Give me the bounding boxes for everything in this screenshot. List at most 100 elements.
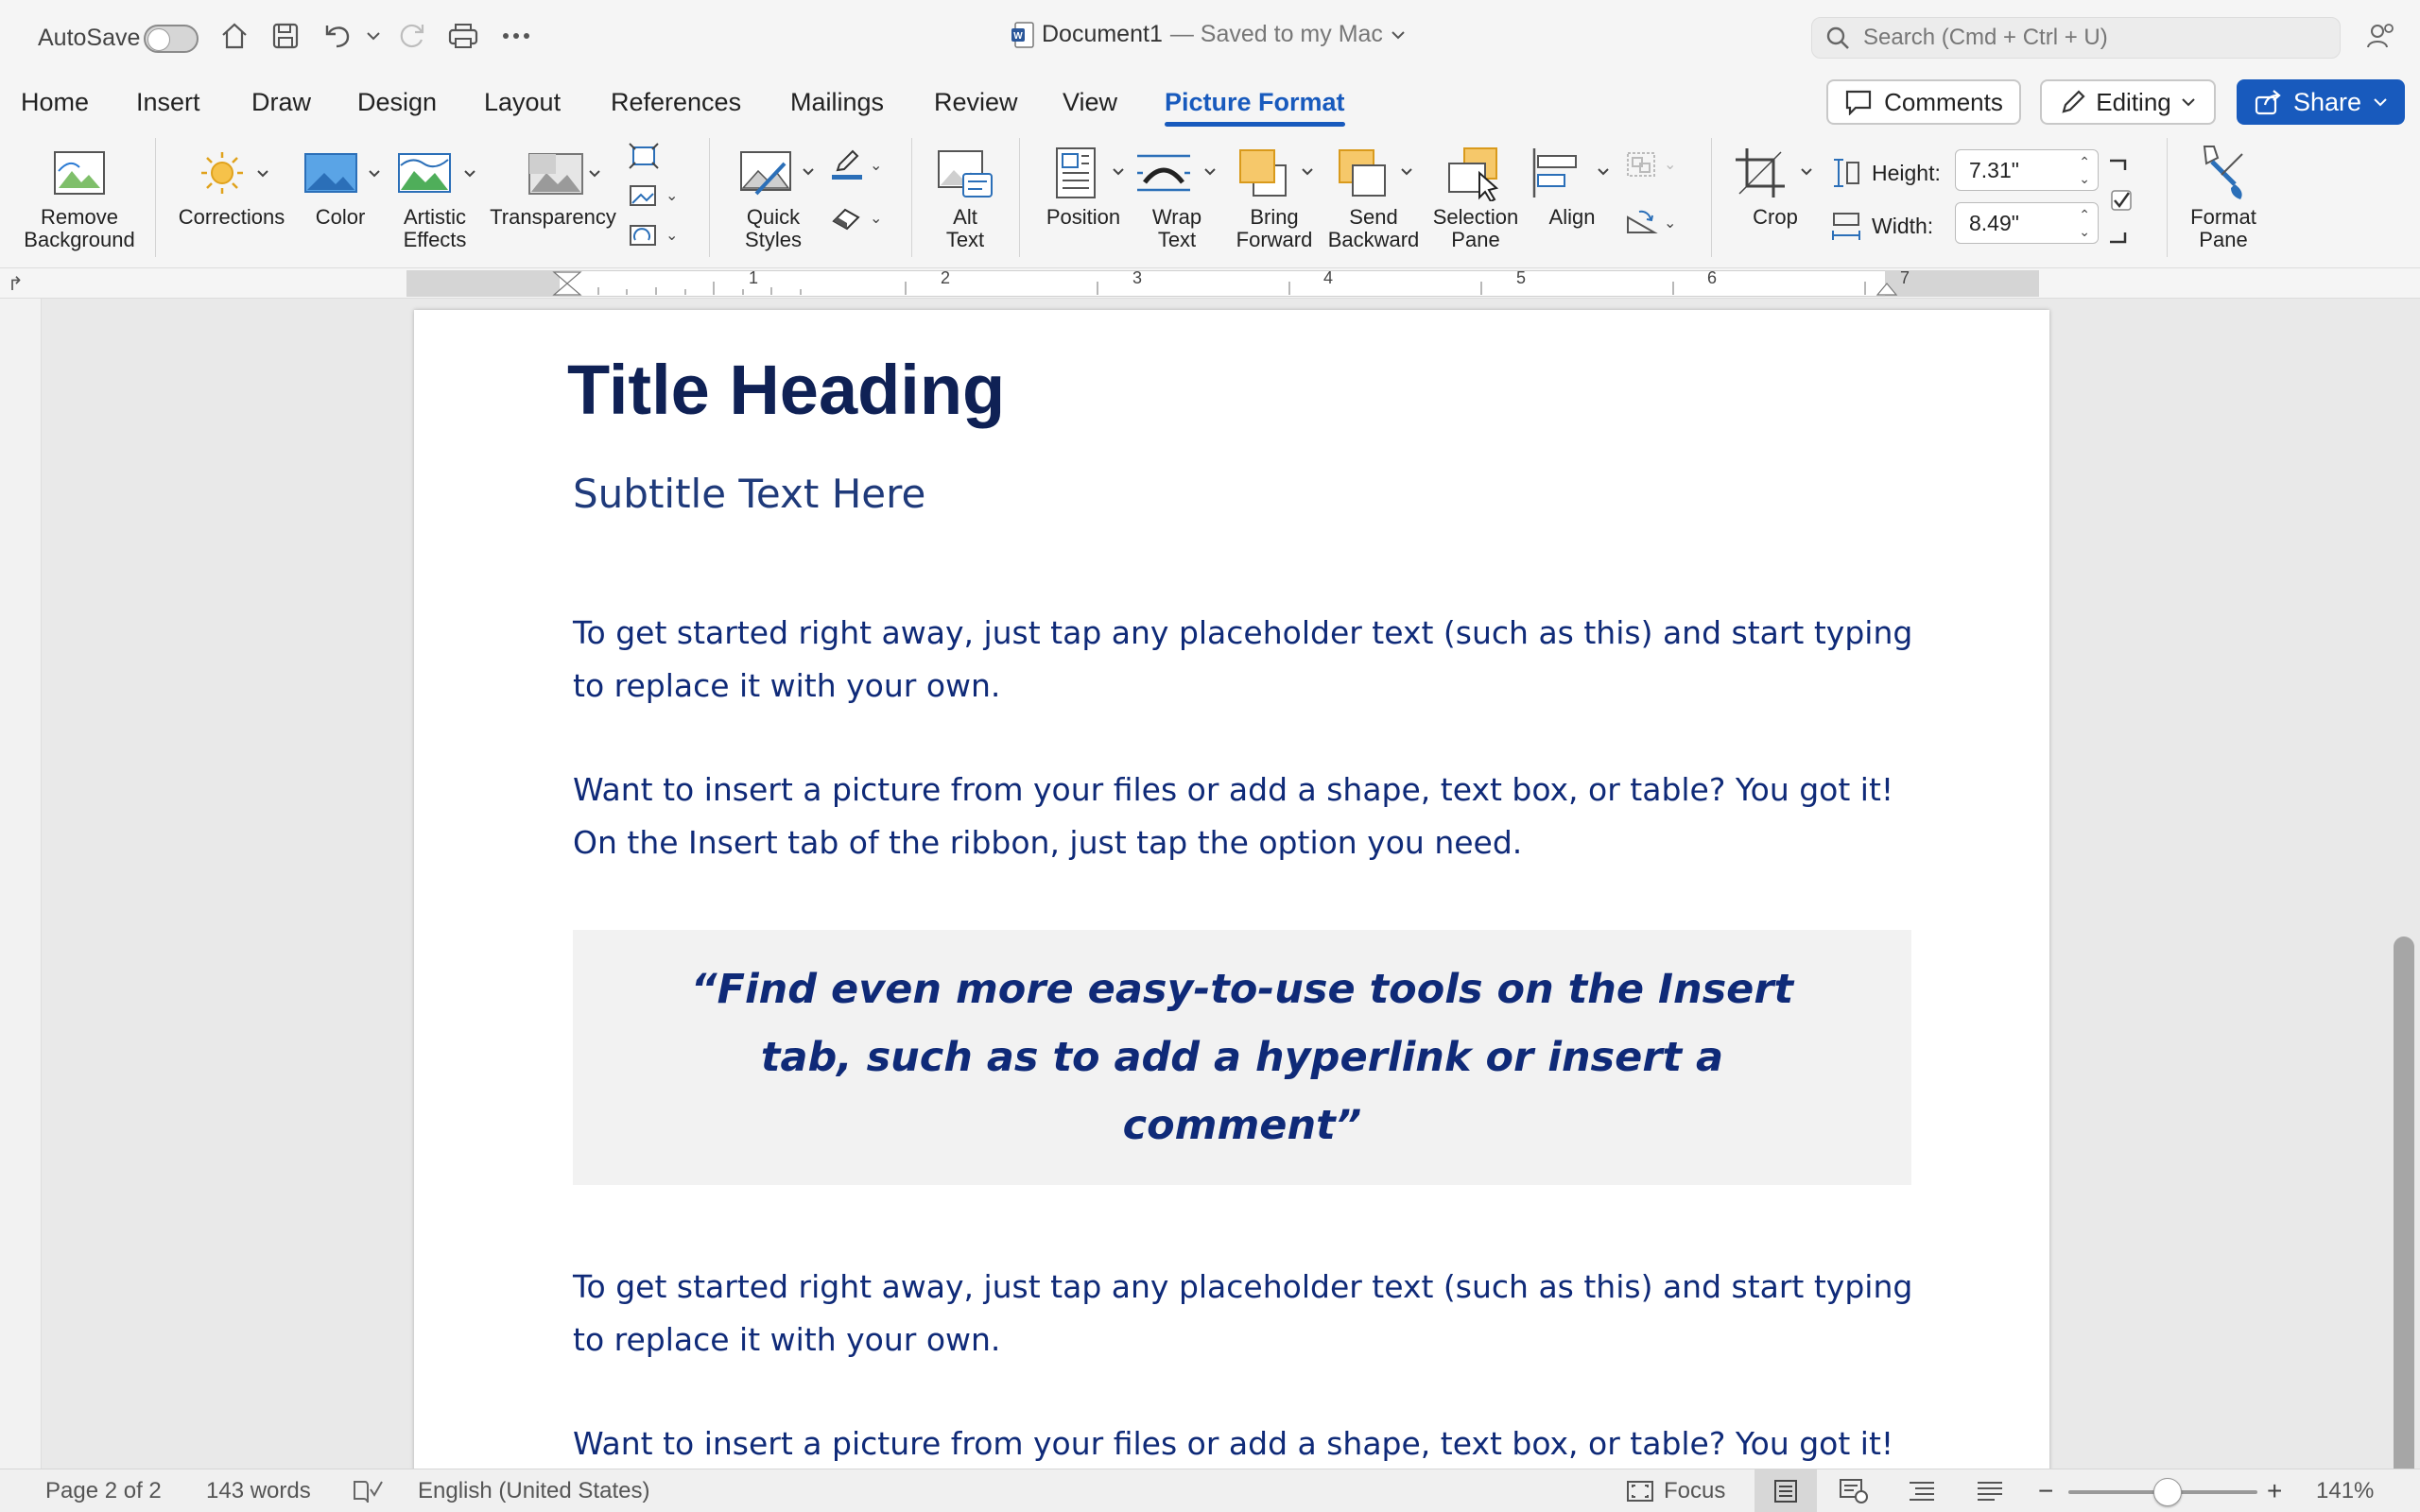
autosave-toggle[interactable] xyxy=(144,25,199,53)
send-backward-button[interactable]: Send Backward xyxy=(1323,140,1424,251)
tab-design[interactable]: Design xyxy=(357,83,437,121)
home-icon[interactable] xyxy=(217,19,251,53)
comments-button[interactable]: Comments xyxy=(1826,79,2021,125)
quick-styles-icon xyxy=(740,151,814,196)
zoom-level[interactable]: 141% xyxy=(2316,1477,2374,1505)
ruler-number: 1 xyxy=(749,268,759,287)
proofing-icon[interactable] xyxy=(352,1477,384,1505)
wrap-text-button[interactable]: Wrap Text xyxy=(1134,140,1219,251)
tab-references[interactable]: References xyxy=(611,83,741,121)
title-heading[interactable]: Title Heading xyxy=(567,350,1005,430)
tab-picture-format[interactable]: Picture Format xyxy=(1165,83,1345,127)
vertical-scrollbar-thumb[interactable] xyxy=(2394,936,2414,1469)
align-button[interactable]: Align xyxy=(1526,140,1618,229)
crop-label: Crop xyxy=(1753,205,1798,229)
height-value: 7.31" xyxy=(1969,157,2019,182)
language-indicator[interactable]: English (United States) xyxy=(418,1477,649,1505)
height-field[interactable]: 7.31" ⌃ ⌄ xyxy=(1955,149,2099,191)
undo-dropdown-chevron-icon[interactable] xyxy=(359,19,388,53)
account-settings-icon[interactable] xyxy=(2363,19,2397,53)
editing-mode-button[interactable]: Editing xyxy=(2040,79,2216,125)
tab-stop-selector-icon[interactable]: ↱ xyxy=(8,272,24,296)
lock-aspect-ratio-checkbox[interactable] xyxy=(2106,157,2133,248)
more-options-icon[interactable] xyxy=(499,19,533,53)
remove-background-button[interactable]: Remove Background xyxy=(17,140,142,251)
print-icon[interactable] xyxy=(446,19,480,53)
bring-forward-button[interactable]: Bring Forward xyxy=(1227,140,1322,251)
crop-icon xyxy=(1736,148,1812,198)
stepper-up-icon[interactable]: ⌃ xyxy=(2079,206,2090,223)
body-paragraph[interactable]: To get started right away, just tap any … xyxy=(573,607,1934,713)
stepper-down-icon[interactable]: ⌄ xyxy=(2079,170,2090,187)
saved-status: — Saved to my Mac xyxy=(1169,21,1383,47)
tab-view[interactable]: View xyxy=(1063,83,1117,121)
document-page[interactable]: Title Heading Subtitle Text Here To get … xyxy=(414,310,2049,1469)
corrections-button[interactable]: Corrections xyxy=(170,140,293,229)
picture-effects-button[interactable]: ⌄ xyxy=(830,204,882,232)
alt-text-button[interactable]: Alt Text xyxy=(925,140,1006,251)
height-label-group: Height: xyxy=(1830,157,1941,189)
undo-icon[interactable] xyxy=(321,19,355,53)
height-stepper[interactable]: ⌃ ⌄ xyxy=(2079,153,2090,187)
outline-view-button[interactable] xyxy=(1891,1469,1953,1512)
width-field[interactable]: 8.49" ⌃ ⌄ xyxy=(1955,202,2099,244)
redo-icon[interactable] xyxy=(395,19,429,53)
document-canvas[interactable]: Title Heading Subtitle Text Here To get … xyxy=(0,299,2420,1469)
change-picture-button[interactable]: ⌄ xyxy=(628,181,678,210)
position-button[interactable]: Position xyxy=(1032,140,1134,229)
zoom-out-icon[interactable]: − xyxy=(2038,1476,2053,1505)
web-layout-view-button[interactable] xyxy=(1823,1469,1885,1512)
chevron-down-icon: ⌄ xyxy=(1664,215,1677,232)
wrap-text-icon xyxy=(1137,154,1216,192)
zoom-in-icon[interactable]: + xyxy=(2267,1476,2282,1505)
ribbon-divider xyxy=(2167,138,2168,257)
picture-border-button[interactable]: ⌄ xyxy=(830,149,882,181)
title-chevron-down-icon xyxy=(1392,30,1405,39)
stepper-up-icon[interactable]: ⌃ xyxy=(2079,153,2090,170)
word-count[interactable]: 143 words xyxy=(206,1477,311,1505)
tab-mailings[interactable]: Mailings xyxy=(790,83,884,121)
width-stepper[interactable]: ⌃ ⌄ xyxy=(2079,206,2090,240)
position-icon xyxy=(1056,147,1124,198)
format-pane-button[interactable]: Format Pane xyxy=(2174,140,2273,251)
tab-review[interactable]: Review xyxy=(934,83,1018,121)
tab-draw[interactable]: Draw xyxy=(251,83,311,121)
search-input[interactable]: Search (Cmd + Ctrl + U) xyxy=(1811,17,2341,59)
stepper-down-icon[interactable]: ⌄ xyxy=(2079,223,2090,240)
share-button[interactable]: Share xyxy=(2237,79,2405,125)
tab-home[interactable]: Home xyxy=(21,83,89,121)
color-button[interactable]: Color xyxy=(295,140,386,229)
page-count[interactable]: Page 2 of 2 xyxy=(45,1477,162,1505)
transparency-icon xyxy=(528,153,600,195)
group-objects-button[interactable]: ⌄ xyxy=(1624,149,1676,180)
crop-button[interactable]: Crop xyxy=(1726,140,1824,229)
document-title[interactable]: W Document1 — Saved to my Mac xyxy=(1011,21,1406,48)
zoom-slider-handle[interactable] xyxy=(2153,1478,2182,1506)
ribbon-divider xyxy=(1019,138,1020,257)
save-icon[interactable] xyxy=(268,19,302,53)
height-icon xyxy=(1834,159,1859,187)
quote-text[interactable]: “Find even more easy-to-use tools on the… xyxy=(675,955,1809,1160)
ruler-number: 6 xyxy=(1707,268,1718,287)
reset-picture-button[interactable]: ⌄ xyxy=(628,221,678,249)
quick-styles-button[interactable]: Quick Styles xyxy=(720,140,826,251)
tab-insert[interactable]: Insert xyxy=(136,83,200,121)
selection-pane-button[interactable]: Selection Pane xyxy=(1424,140,1528,251)
rotate-icon xyxy=(1627,210,1658,233)
draft-view-button[interactable] xyxy=(1959,1469,2021,1512)
quote-block[interactable]: “Find even more easy-to-use tools on the… xyxy=(573,930,1911,1185)
compress-pictures-button[interactable] xyxy=(628,142,660,170)
transparency-button[interactable]: Transparency xyxy=(486,140,620,229)
bring-forward-label: Bring Forward xyxy=(1236,205,1313,251)
body-paragraph[interactable]: To get started right away, just tap any … xyxy=(573,1261,1934,1366)
artistic-effects-button[interactable]: Artistic Effects xyxy=(388,140,482,251)
print-layout-view-button[interactable] xyxy=(1754,1469,1817,1512)
tab-layout[interactable]: Layout xyxy=(484,83,561,121)
body-paragraph[interactable]: Want to insert a picture from your files… xyxy=(573,1418,1934,1469)
body-paragraph[interactable]: Want to insert a picture from your files… xyxy=(573,764,1934,869)
subtitle[interactable]: Subtitle Text Here xyxy=(573,471,925,517)
horizontal-ruler[interactable]: ↱ 1 2 3 4 5 6 7 xyxy=(0,268,2420,299)
focus-mode-button[interactable]: Focus xyxy=(1626,1477,1725,1505)
reset-picture-icon xyxy=(630,225,656,246)
rotate-objects-button[interactable]: ⌄ xyxy=(1624,208,1676,238)
